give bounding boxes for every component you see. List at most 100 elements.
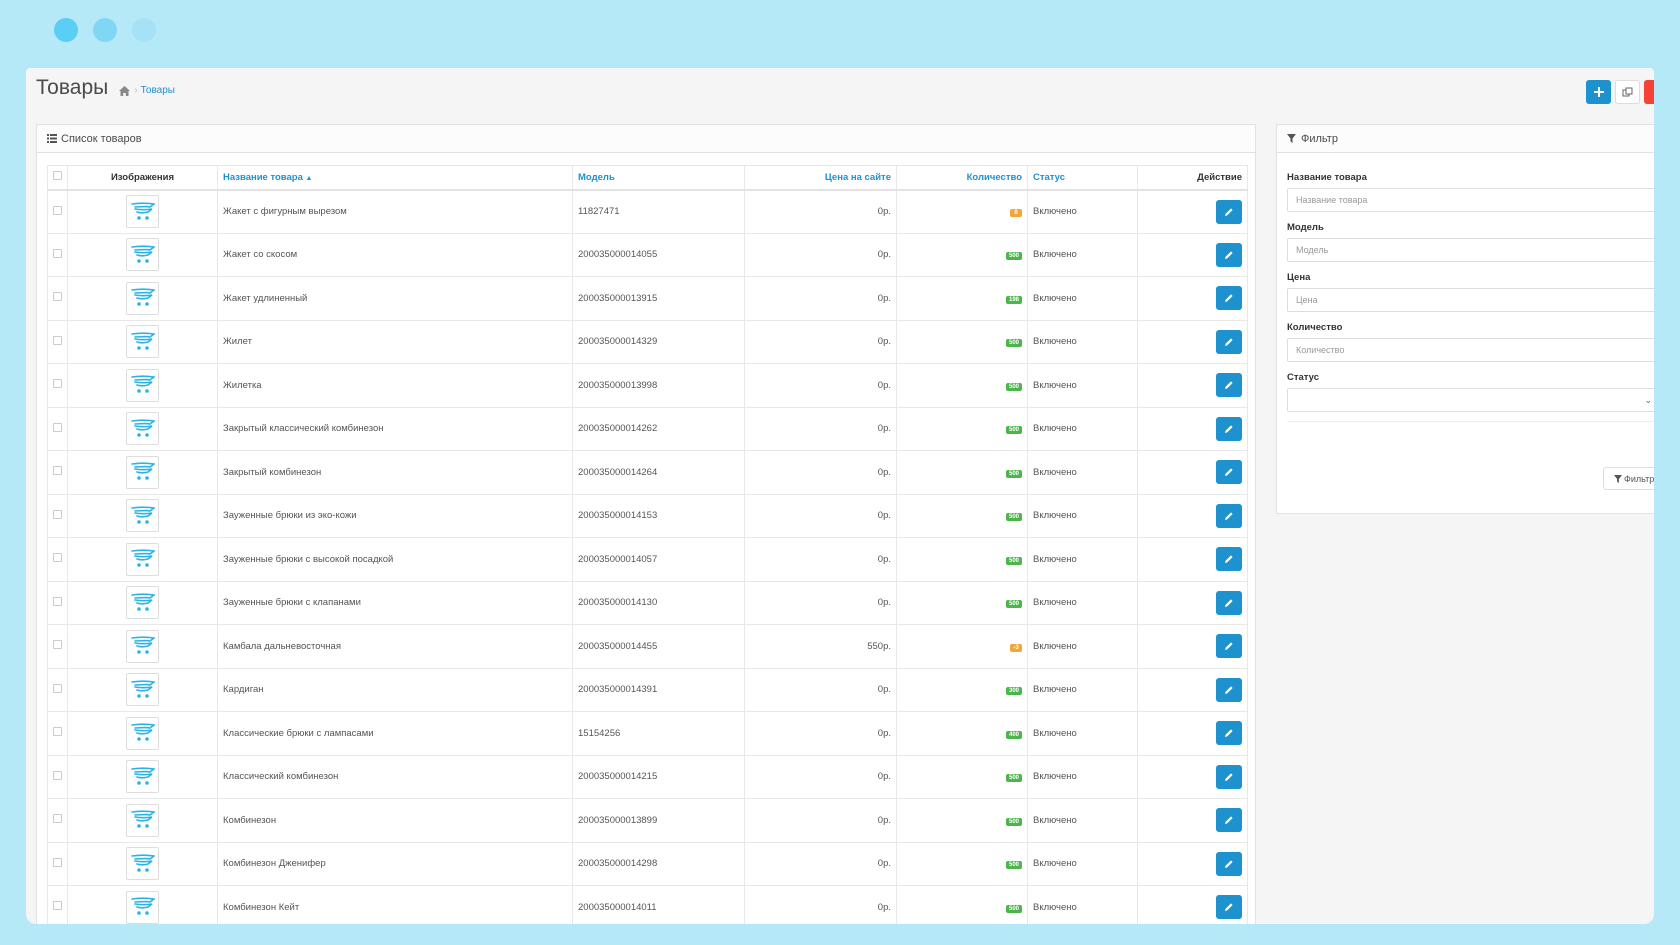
table-row: Жилет 200035000014329 0р. 500 Включено [47,319,1248,364]
edit-button[interactable] [1216,851,1242,876]
row-check-cell [47,667,68,712]
row-checkbox[interactable] [53,901,62,911]
row-checkbox[interactable] [53,683,62,693]
edit-button[interactable] [1216,286,1242,311]
row-checkbox[interactable] [53,596,62,606]
cart-placeholder-icon [126,238,159,272]
row-action-cell [1137,537,1248,582]
home-icon[interactable] [118,84,131,96]
filter-model-input[interactable]: Модель [1287,238,1654,262]
column-quantity[interactable]: Количество [896,165,1028,191]
table-row: Классические брюки с лампасами 15154256 0р… [47,711,1248,756]
edit-button[interactable] [1216,808,1242,833]
row-model: 200035000014055 [572,232,745,277]
row-checkbox[interactable] [53,509,62,519]
quantity-badge: 0 [1010,209,1022,217]
filter-price-input[interactable]: Цена [1287,288,1654,312]
edit-button[interactable] [1216,764,1242,789]
list-icon [47,134,57,143]
cart-placeholder-icon [126,716,159,750]
row-action-cell [1137,363,1248,408]
product-table-body: Жакет с фигурным вырезом 11827471 0р. 0 Вклю… [47,189,1248,924]
row-quantity-cell: 500 [896,537,1028,582]
edit-button[interactable] [1216,416,1242,441]
edit-button[interactable] [1216,242,1242,267]
pencil-icon [1224,554,1234,564]
row-image-cell [67,798,218,843]
cart-placeholder-icon [126,803,159,837]
row-model: 200035000014011 [572,885,745,924]
table-header-row: Изображения Название товара ▲ Модель Цен… [47,165,1248,191]
row-checkbox[interactable] [53,205,62,215]
column-name[interactable]: Название товара ▲ [217,165,573,191]
row-check-cell [47,580,68,625]
pencil-icon [1224,815,1234,825]
column-action: Действие [1137,165,1248,191]
cart-placeholder-icon [126,542,159,576]
row-checkbox[interactable] [53,292,62,302]
filter-status-select[interactable]: ⌄ [1287,388,1654,412]
row-model: 15154256 [572,711,745,756]
row-checkbox[interactable] [53,857,62,867]
filter-name-input[interactable]: Название товара [1287,188,1654,212]
row-status: Включено [1027,537,1138,582]
edit-button[interactable] [1216,460,1242,485]
row-name: Зауженные брюки из эко-кожи [217,493,573,538]
select-all-checkbox[interactable] [53,171,62,181]
column-price[interactable]: Цена на сайте [744,165,897,191]
edit-button[interactable] [1216,329,1242,354]
row-action-cell [1137,493,1248,538]
row-action-cell [1137,885,1248,924]
row-model: 200035000014130 [572,580,745,625]
copy-button[interactable] [1615,80,1640,104]
row-status: Включено [1027,885,1138,924]
add-button[interactable] [1586,80,1611,104]
edit-button[interactable] [1216,503,1242,528]
quantity-badge: 500 [1005,426,1022,435]
edit-button[interactable] [1216,677,1242,702]
pencil-icon [1224,598,1234,608]
pencil-icon [1224,641,1234,651]
edit-button[interactable] [1216,547,1242,572]
row-checkbox[interactable] [53,335,62,345]
row-model: 200035000014329 [572,319,745,364]
row-image-cell [67,319,218,364]
row-checkbox[interactable] [53,248,62,258]
row-price: 0р. [744,406,897,451]
edit-button[interactable] [1216,721,1242,746]
row-checkbox[interactable] [53,379,62,389]
delete-button[interactable] [1644,80,1654,104]
column-status[interactable]: Статус [1027,165,1138,191]
row-checkbox[interactable] [53,553,62,563]
column-model[interactable]: Модель [572,165,745,191]
row-checkbox[interactable] [53,727,62,737]
breadcrumb-link[interactable]: Товары [141,85,175,96]
edit-button[interactable] [1216,634,1242,659]
row-checkbox[interactable] [53,640,62,650]
table-row: Классический комбинезон 200035000014215 0р… [47,754,1248,799]
row-check-cell [47,624,68,669]
product-list-heading: Список товаров [37,125,1255,153]
row-quantity-cell: 500 [896,406,1028,451]
copy-icon [1622,87,1633,96]
edit-button[interactable] [1216,373,1242,398]
filter-button[interactable]: Фильтр [1603,467,1654,490]
row-checkbox[interactable] [53,770,62,780]
table-row: Жакет удлиненный 200035000013915 0р. 198 Вкл… [47,276,1248,321]
row-checkbox[interactable] [53,814,62,824]
edit-button[interactable] [1216,199,1242,224]
filter-quantity-label: Количество [1287,322,1343,333]
row-model: 200035000014391 [572,667,745,712]
filter-quantity-input[interactable]: Количество [1287,338,1654,362]
row-quantity-cell: 500 [896,363,1028,408]
row-checkbox[interactable] [53,466,62,476]
row-name: Закрытый комбинезон [217,450,573,495]
filter-panel: Фильтр Название товара Название товара М… [1276,124,1654,514]
column-name-label: Название товара [223,171,303,183]
edit-button[interactable] [1216,895,1242,920]
filter-button-icon [1614,474,1622,483]
row-checkbox[interactable] [53,422,62,432]
edit-button[interactable] [1216,590,1242,615]
pencil-icon [1224,293,1234,303]
row-quantity-cell: 500 [896,885,1028,924]
